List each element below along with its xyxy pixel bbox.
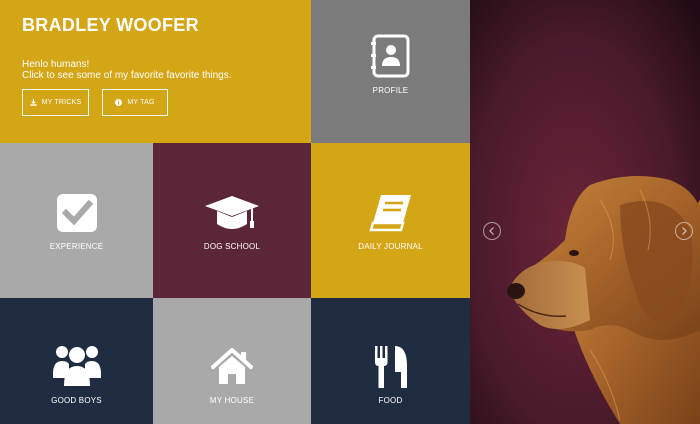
profile-label: PROFILE — [372, 86, 409, 95]
dog-photo — [470, 0, 700, 424]
my-tricks-button[interactable]: MY TRICKS — [22, 89, 89, 116]
intro-text: Click to see some of my favorite favorit… — [22, 70, 232, 81]
good-boys-label: GOOD BOYS — [51, 396, 102, 405]
tile-dog-school[interactable]: DOG SCHOOL — [153, 143, 311, 298]
info-icon — [115, 99, 123, 106]
intro-panel: BRADLEY WOOFER Henlo humans! Click to se… — [0, 0, 311, 143]
daily-journal-label: DAILY JOURNAL — [358, 242, 423, 251]
tile-my-house[interactable]: MY HOUSE — [153, 298, 311, 424]
dog-school-label: DOG SCHOOL — [203, 242, 261, 251]
checkbox-icon — [56, 194, 97, 232]
contact-book-icon — [370, 34, 409, 78]
tile-food[interactable]: FOOD — [311, 298, 470, 424]
tile-good-boys[interactable]: GOOD BOYS — [0, 298, 153, 424]
book-icon — [368, 195, 411, 232]
house-icon — [211, 348, 253, 384]
slider-next-button[interactable] — [675, 222, 693, 240]
page-title: BRADLEY WOOFER — [22, 15, 199, 35]
my-tricks-label: MY TRICKS — [41, 99, 82, 106]
greeting-text: Henlo humans! — [22, 59, 90, 70]
food-label: FOOD — [378, 396, 403, 405]
my-tag-button[interactable]: MY TAG — [102, 89, 168, 116]
chevron-right-icon — [682, 227, 687, 235]
tile-profile[interactable]: PROFILE — [311, 0, 470, 143]
download-icon — [30, 99, 37, 106]
chevron-left-icon — [489, 227, 494, 235]
photo-slider — [470, 0, 700, 424]
slider-prev-button[interactable] — [483, 222, 501, 240]
my-tag-label: MY TAG — [127, 99, 155, 106]
my-house-label: MY HOUSE — [209, 396, 255, 405]
experience-label: EXPERIENCE — [49, 242, 104, 251]
tile-daily-journal[interactable]: DAILY JOURNAL — [311, 143, 470, 298]
cutlery-icon — [374, 346, 407, 388]
group-icon — [52, 346, 101, 386]
tile-experience[interactable]: EXPERIENCE — [0, 143, 153, 298]
graduation-cap-icon — [205, 196, 259, 229]
